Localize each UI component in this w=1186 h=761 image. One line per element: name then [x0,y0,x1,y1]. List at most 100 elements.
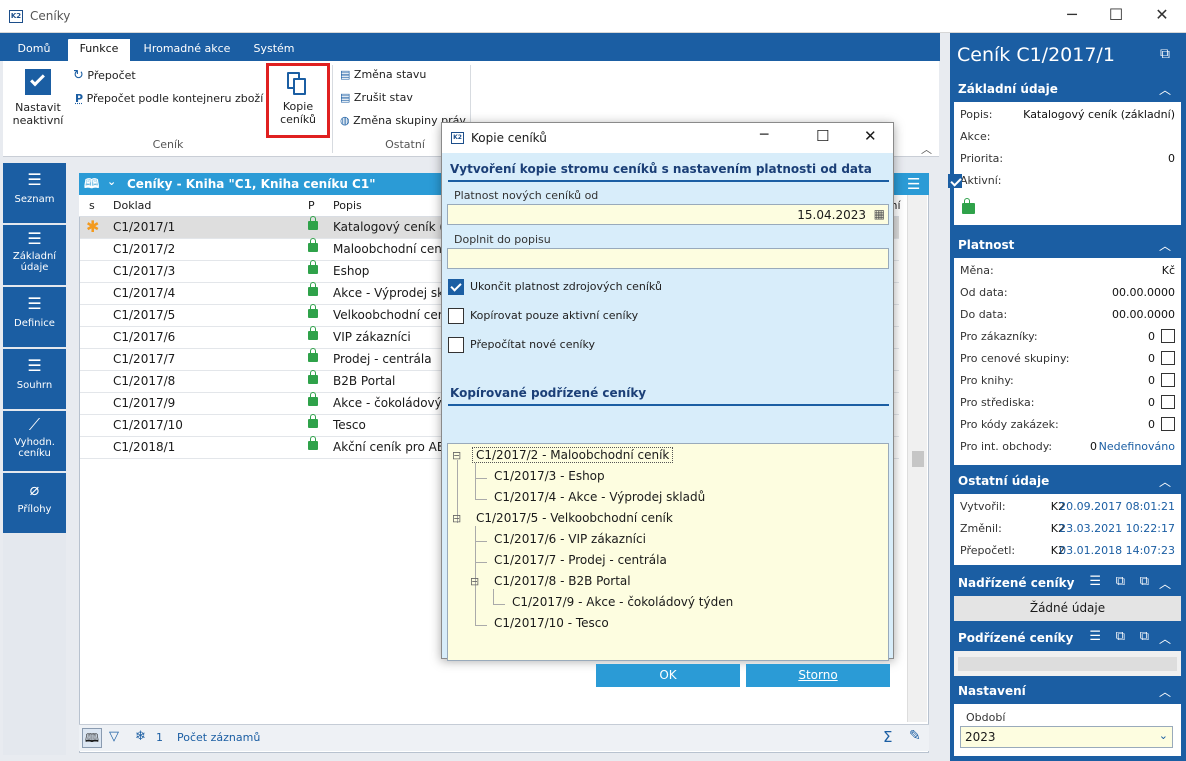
external-link-icon[interactable]: ⧉ [1160,46,1170,62]
tree-node[interactable]: C1/2017/8 - B2B Portal [494,574,631,588]
scrollbar-thumb[interactable] [912,451,924,467]
tree-node[interactable]: C1/2017/4 - Akce - Výprodej skladů [494,490,705,504]
chevron-down-icon[interactable]: ⌄ [107,175,116,188]
col-p[interactable]: P [308,199,315,212]
tree-heading: Kopírované podřízené ceníky [450,386,647,400]
book-icon[interactable]: 🕮 [84,175,99,197]
aktivni-checkbox[interactable] [948,173,962,188]
recalc-button[interactable]: ↻ Přepočet [73,68,136,83]
col-popis[interactable]: Popis [333,199,362,212]
dialog-close-button[interactable]: ✕ [864,127,877,145]
cancel-button[interactable]: Storno [746,664,890,687]
pro-zakazniky-checkbox[interactable] [1161,329,1175,343]
copy-icon[interactable]: ⧉ [1140,574,1149,589]
tree-node[interactable]: C1/2017/7 - Prodej - centrála [494,553,667,567]
collapse-ribbon-icon[interactable]: ︿ [921,141,932,157]
set-inactive-button[interactable]: Nastavit neaktivní [10,67,66,127]
pro-kody-zakazek-checkbox[interactable] [1161,417,1175,431]
chevron-up-icon[interactable]: ︿ [1159,630,1171,647]
cancel-state-label: Zrušit stav [353,91,413,104]
chevron-up-icon[interactable]: ︿ [1159,81,1171,98]
tree-node[interactable]: C1/2017/6 - VIP zákazníci [494,532,646,546]
book-icon[interactable]: 🕮 [82,728,102,748]
tree-node[interactable]: C1/2017/3 - Eshop [494,469,605,483]
collapse-icon[interactable]: ⊟ [452,512,461,525]
valid-from-input[interactable]: 15.04.2023 ▦ [447,204,889,225]
recalc-new-option[interactable]: Přepočítat nové ceníky [448,337,595,353]
sidebar-item-vyhodn-ceniku[interactable]: ⟋ Vyhodn. ceníku [3,411,66,473]
sidebar-item-souhrn[interactable]: ☰ Souhrn [3,349,66,411]
tab-hromadne-akce[interactable]: Hromadné akce [138,39,236,61]
grid-scrollbar[interactable] [907,195,927,722]
recalc-new-label: Přepočítat nové ceníky [470,338,595,351]
snowflake-icon[interactable]: ❄ [135,729,146,744]
pro-strediska-checkbox[interactable] [1161,395,1175,409]
window-title: Ceníky [30,9,71,23]
label-pro-kody-zakazek: Pro kódy zakázek: [960,418,1059,431]
value-pro-cenove-skupiny: 0 [1148,352,1155,365]
sum-icon[interactable]: Σ [883,728,892,746]
tree-node[interactable]: C1/2017/10 - Tesco [494,616,609,630]
col-doklad[interactable]: Doklad [113,199,151,212]
label-mena: Měna: [960,264,994,277]
minimize-button[interactable]: ─ [1050,4,1094,28]
lock-icon [308,216,318,230]
tree-line [475,541,487,542]
set-inactive-label-1: Nastavit [15,101,61,114]
dialog-minimize-button[interactable]: ─ [760,127,768,143]
menu-icon[interactable]: ☰ [907,175,920,193]
pro-knihy-checkbox[interactable] [1161,373,1175,387]
value-int-obchody[interactable]: Nedefinováno [1099,440,1175,453]
end-validity-option[interactable]: Ukončit platnost zdrojových ceníků [448,279,662,295]
recalc-container-button[interactable]: P Přepočet podle kontejneru zboží [75,92,263,105]
child-scrollbar[interactable] [958,657,1177,671]
filter-icon[interactable]: ▽ [109,729,119,744]
tab-system[interactable]: Systém [244,39,304,61]
list-icon[interactable]: ☰ [1089,574,1101,589]
dialog-maximize-button[interactable]: ☐ [816,127,829,145]
chevron-up-icon[interactable]: ︿ [1159,473,1171,490]
tree-node[interactable]: C1/2017/5 - Velkoobchodní ceník [476,511,673,525]
tree-node[interactable]: C1/2017/2 - Maloobchodní ceník [472,447,674,463]
pro-cenove-skupiny-checkbox[interactable] [1161,351,1175,365]
value-prepocetl: 03.01.2018 14:07:23 [1059,544,1175,557]
copy-active-checkbox[interactable] [448,308,464,324]
calendar-icon[interactable]: ▦ [874,207,885,221]
pricelist-tree: ⊟ C1/2017/2 - Maloobchodní ceník C1/2017… [447,443,889,661]
ok-button[interactable]: OK [596,664,740,687]
copy-icon[interactable]: ⧉ [1116,574,1125,589]
cancel-state-button[interactable]: ▤ Zrušit stav [340,91,413,104]
dialog-title: Kopie ceníků [471,131,547,145]
obdobi-select[interactable]: 2023 ⌄ [960,726,1173,748]
tree-node[interactable]: C1/2017/9 - Akce - čokoládový týden [512,595,733,609]
copy-active-option[interactable]: Kopírovat pouze aktivní ceníky [448,308,638,324]
chevron-up-icon[interactable]: ︿ [1159,237,1171,254]
chevron-up-icon[interactable]: ︿ [1159,575,1171,592]
copy-pricelists-button[interactable]: Kopie ceníků [266,63,330,138]
col-s[interactable]: s [89,199,95,212]
sidebar-item-prilohy[interactable]: ⌀ Přílohy [3,473,66,535]
append-input[interactable] [447,248,889,269]
pencil-icon[interactable]: ✎ [909,728,921,744]
collapse-icon[interactable]: ⊟ [470,575,479,588]
change-state-button[interactable]: ▤ Změna stavu [340,68,426,81]
copy-active-label: Kopírovat pouze aktivní ceníky [470,309,639,322]
sidebar-item-zakladni-udaje[interactable]: ☰ Základní údaje [3,225,66,287]
lock-icon [308,414,318,428]
collapse-icon[interactable]: ⊟ [452,449,461,462]
list-icon[interactable]: ☰ [1089,629,1101,644]
copy-icon[interactable]: ⧉ [1140,629,1149,644]
tab-domu[interactable]: Domů [8,39,60,61]
copy-icon[interactable]: ⧉ [1116,629,1125,644]
tab-funkce[interactable]: Funkce [68,39,130,61]
end-validity-checkbox[interactable] [448,279,464,295]
close-button[interactable]: ✕ [1140,4,1184,28]
sidebar-item-seznam[interactable]: ☰ Seznam [3,163,66,225]
chevron-up-icon[interactable]: ︿ [1159,683,1171,700]
maximize-button[interactable]: ☐ [1094,4,1138,28]
value-pro-kody-zakazek: 0 [1148,418,1155,431]
recalc-new-checkbox[interactable] [448,337,464,353]
cell-popis: Maloobchodní cen [333,242,442,256]
label-pro-cenove-skupiny: Pro cenové skupiny: [960,352,1070,365]
sidebar-item-definice[interactable]: ☰ Definice [3,287,66,349]
